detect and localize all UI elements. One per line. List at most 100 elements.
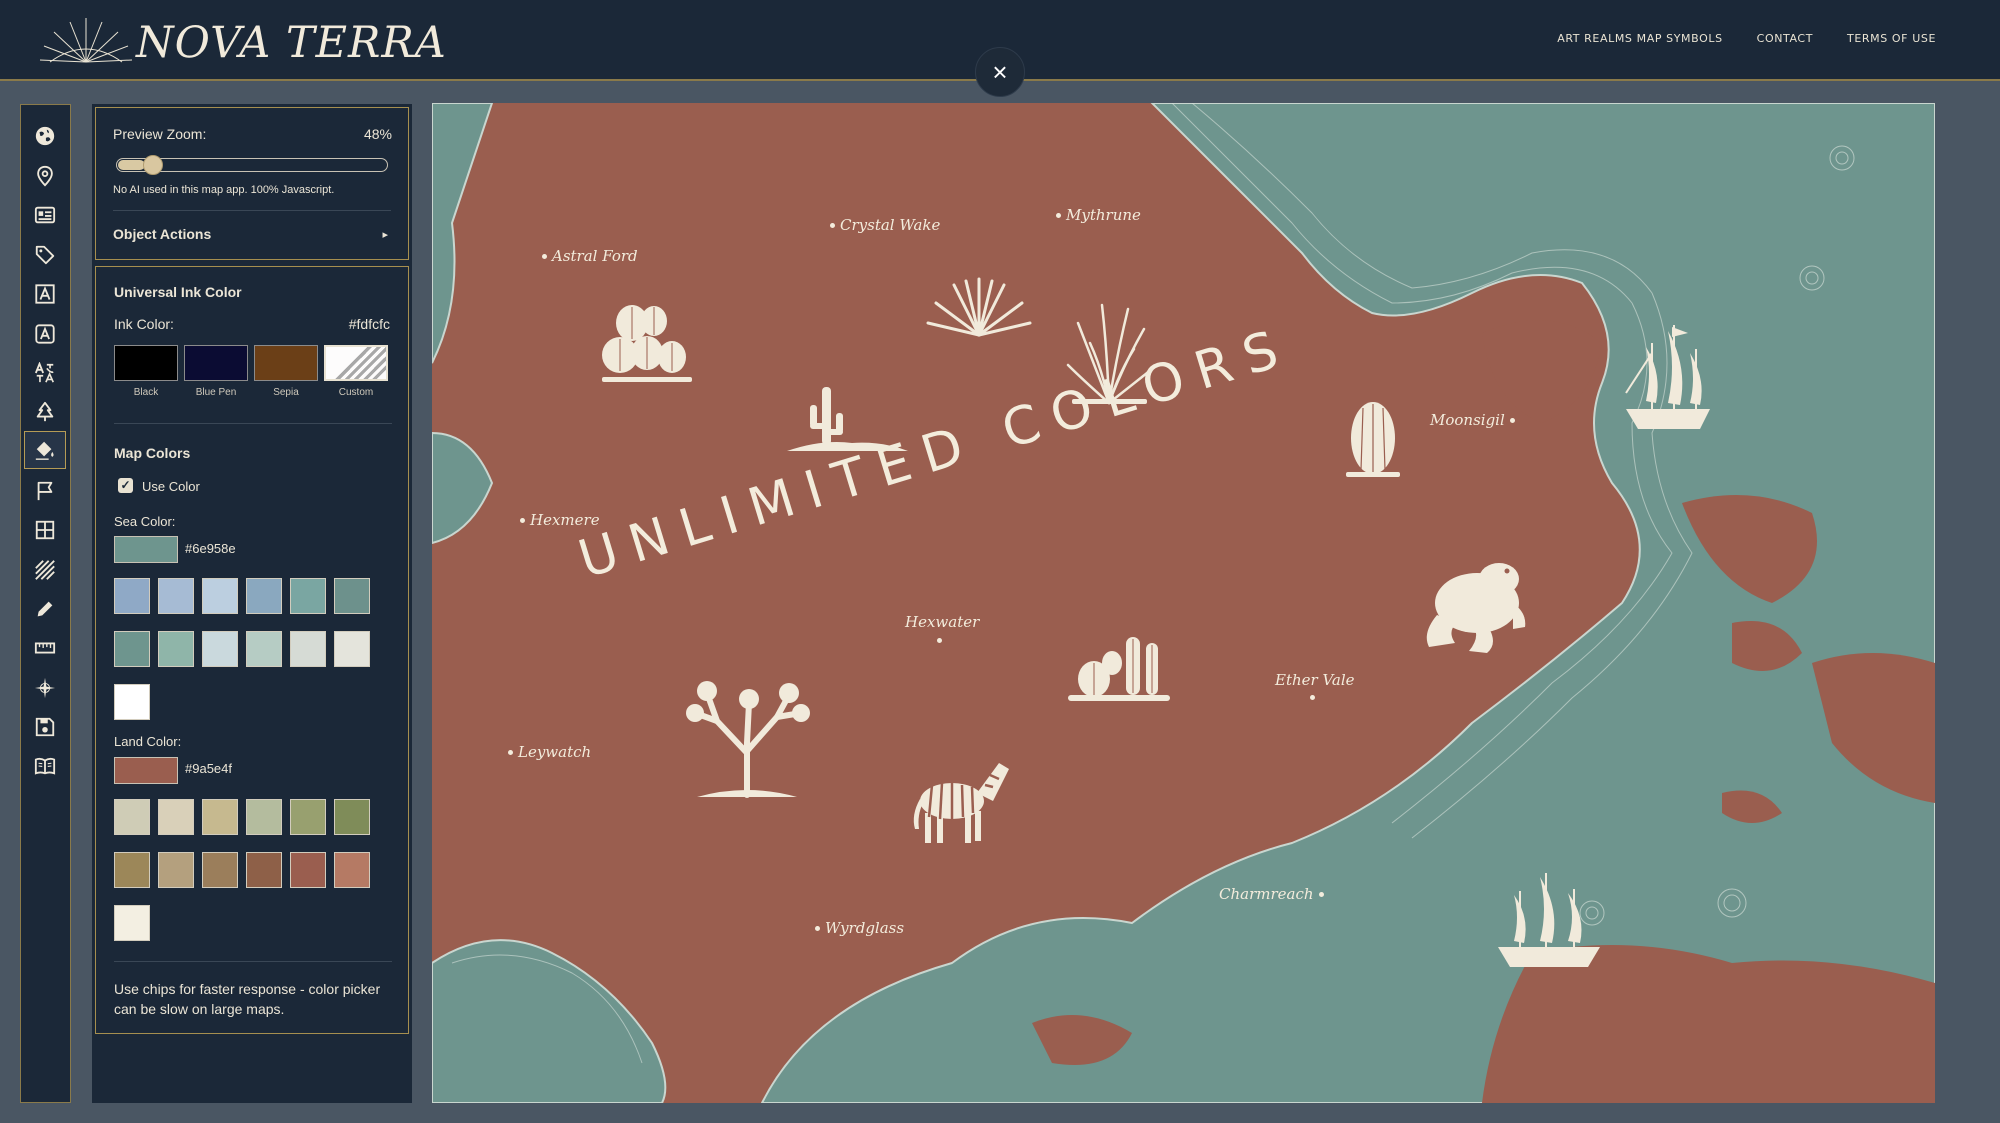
ink-chip-custom[interactable]	[324, 345, 388, 381]
sea-color-label: Sea Color:	[114, 514, 176, 529]
land-color-chip[interactable]	[202, 852, 238, 888]
tag-tool-button[interactable]	[24, 236, 66, 274]
place-dot	[830, 222, 835, 228]
sea-color-chip[interactable]	[202, 578, 238, 614]
pin-tool-button[interactable]	[24, 157, 66, 195]
sea-color-chip[interactable]	[290, 578, 326, 614]
preview-zoom-value: 48%	[363, 126, 392, 142]
sea-color-picker[interactable]	[114, 536, 178, 563]
flag-tool-button[interactable]	[24, 472, 66, 510]
land-color-chip[interactable]	[158, 852, 194, 888]
place-label: Charmreach	[1219, 885, 1314, 903]
land-color-chip[interactable]	[334, 799, 370, 835]
hatch-tool-button[interactable]	[24, 551, 66, 589]
place-moonsigil: Moonsigil	[1430, 411, 1515, 429]
place-dot	[508, 749, 513, 755]
app-title: NOVA TERRA	[136, 18, 447, 68]
paint-bucket-tool-button[interactable]	[24, 431, 66, 469]
place-wyrdglass: Wyrdglass	[815, 919, 904, 937]
place-dot	[937, 638, 942, 643]
object-actions-toggle[interactable]: Object Actions ▸	[96, 212, 406, 256]
tree-tool-button[interactable]	[24, 393, 66, 431]
place-charmreach: Charmreach	[1219, 885, 1324, 903]
text-tool-button[interactable]	[24, 275, 66, 313]
close-panel-button[interactable]: ×	[975, 47, 1025, 97]
book-icon	[34, 757, 56, 775]
book-tool-button[interactable]	[24, 747, 66, 785]
pencil-tool-button[interactable]	[24, 590, 66, 628]
text-box-tool-button[interactable]	[24, 315, 66, 353]
ruler-tool-button[interactable]	[24, 629, 66, 667]
sea-color-chip[interactable]	[158, 578, 194, 614]
tool-sidebar	[20, 104, 71, 1103]
land-color-value: #9a5e4f	[185, 761, 232, 776]
compass-tool-button[interactable]	[24, 669, 66, 707]
newspaper-tool-button[interactable]	[24, 196, 66, 234]
barrel-cactus-icon	[1346, 402, 1400, 477]
place-dot	[542, 253, 547, 259]
land-color-chip[interactable]	[114, 799, 150, 835]
divider	[113, 210, 391, 211]
chevron-right-icon: ▸	[382, 229, 388, 241]
save-icon	[35, 717, 55, 737]
save-tool-button[interactable]	[24, 708, 66, 746]
sea-color-chip[interactable]	[334, 578, 370, 614]
grid-tool-button[interactable]	[24, 511, 66, 549]
land-color-chip[interactable]	[114, 905, 150, 941]
land-color-chip[interactable]	[246, 852, 282, 888]
place-label: Mythrune	[1066, 206, 1141, 224]
land-color-chip[interactable]	[290, 852, 326, 888]
colors-card: Universal Ink Color Ink Color: #fdfcfc B…	[95, 266, 409, 1034]
ink-chip-blue-pen[interactable]	[184, 345, 248, 381]
land-color-picker[interactable]	[114, 757, 178, 784]
place-label: Hexwater	[905, 613, 980, 631]
translate-tool-button[interactable]	[24, 354, 66, 392]
logo[interactable]: NOVA TERRA	[36, 14, 447, 72]
place-label: Ether Vale	[1275, 671, 1355, 689]
land-color-chip[interactable]	[334, 852, 370, 888]
nav-link-contact[interactable]: CONTACT	[1757, 32, 1813, 45]
place-ether-vale: Ether Vale	[1275, 671, 1355, 689]
place-label: Moonsigil	[1430, 411, 1505, 429]
sea-color-chip[interactable]	[290, 631, 326, 667]
use-color-checkbox[interactable]: ✓	[118, 478, 133, 493]
pin-icon	[37, 165, 53, 187]
sea-color-chip[interactable]	[334, 631, 370, 667]
nav-link-terms[interactable]: TERMS OF USE	[1847, 32, 1936, 45]
ink-chip-black[interactable]	[114, 345, 178, 381]
globe-tool-button[interactable]	[24, 117, 66, 155]
map-colors-heading: Map Colors	[114, 445, 191, 461]
place-dot	[815, 925, 820, 931]
map-terrain	[432, 103, 1935, 1103]
sea-color-chip[interactable]	[202, 631, 238, 667]
land-color-chip[interactable]	[202, 799, 238, 835]
sea-color-value: #6e958e	[185, 541, 236, 556]
ink-chip-sepia[interactable]	[254, 345, 318, 381]
chip-tip-text: Use chips for faster response - color pi…	[114, 981, 381, 1017]
object-actions-label: Object Actions	[113, 226, 212, 242]
newspaper-icon	[34, 206, 56, 224]
use-color-label: Use Color	[142, 479, 200, 494]
land-color-label: Land Color:	[114, 734, 182, 749]
ink-chip-custom-label: Custom	[338, 387, 374, 398]
sea-color-chip[interactable]	[114, 684, 150, 720]
nav-link-map-symbols[interactable]: ART REALMS MAP SYMBOLS	[1557, 32, 1722, 45]
sea-color-chip[interactable]	[114, 578, 150, 614]
sea-color-chip[interactable]	[246, 578, 282, 614]
zoom-slider-fill	[118, 160, 145, 170]
sailing-ship-icon	[1498, 873, 1600, 967]
land-color-chip[interactable]	[246, 799, 282, 835]
zoom-slider-thumb[interactable]	[143, 155, 163, 175]
map-preview[interactable]: UNLIMITED COLORS Crystal Wake Mythrune A…	[432, 103, 1935, 1103]
land-color-chip[interactable]	[114, 852, 150, 888]
sea-color-chip[interactable]	[158, 631, 194, 667]
place-leywatch: Leywatch	[508, 743, 591, 761]
hatch-icon	[35, 560, 55, 580]
land-color-chip[interactable]	[158, 799, 194, 835]
sea-color-chip[interactable]	[114, 631, 150, 667]
translate-icon	[34, 362, 55, 383]
land-color-chip[interactable]	[290, 799, 326, 835]
ruler-icon	[34, 642, 56, 654]
sea-color-chip[interactable]	[246, 631, 282, 667]
cactus-pair-icon	[1068, 637, 1170, 701]
